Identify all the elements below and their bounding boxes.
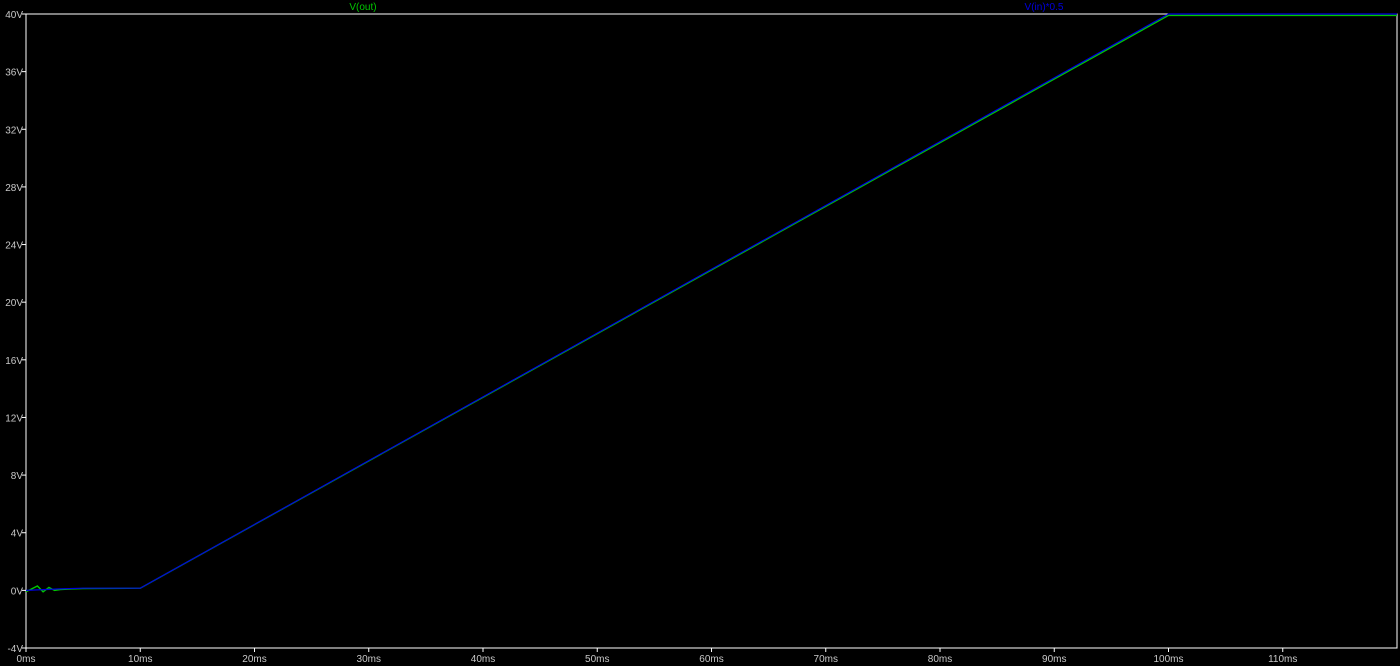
trace-v-in-scaled bbox=[25, 13, 1397, 591]
y-tick-label: 4V bbox=[11, 529, 24, 540]
y-tick-label: 16V bbox=[5, 356, 23, 367]
x-tick-label: 40ms bbox=[471, 654, 495, 665]
x-tick-label: 110ms bbox=[1268, 654, 1297, 665]
trace-label-v-out[interactable]: V(out) bbox=[349, 2, 376, 13]
trace-label-v-in-scaled[interactable]: V(in)*0.5 bbox=[1025, 2, 1064, 13]
y-tick-label: 12V bbox=[5, 413, 23, 424]
y-tick-label: 32V bbox=[5, 125, 23, 136]
trace-v-out bbox=[25, 14, 1397, 593]
x-tick-label: 80ms bbox=[928, 654, 952, 665]
trace-labels: V(out) V(in)*0.5 bbox=[349, 2, 1064, 13]
y-tick-label: 40V bbox=[5, 10, 23, 21]
x-tick-label: 60ms bbox=[699, 654, 723, 665]
y-tick-label: 24V bbox=[5, 241, 23, 252]
x-tick-label: 0ms bbox=[17, 654, 36, 665]
y-tick-label: 28V bbox=[5, 183, 23, 194]
x-tick-label: 20ms bbox=[242, 654, 266, 665]
y-tick-label: 36V bbox=[5, 68, 23, 79]
x-tick-label: 90ms bbox=[1042, 654, 1066, 665]
x-tick-label: 30ms bbox=[357, 654, 381, 665]
y-tick-label: 20V bbox=[5, 298, 23, 309]
traces bbox=[25, 13, 1397, 593]
x-tick-label: 50ms bbox=[585, 654, 609, 665]
waveform-plot: 40V36V32V28V24V20V16V12V8V4V0V-4V 0ms 10m… bbox=[5, 2, 1398, 665]
x-tick-label: 10ms bbox=[128, 654, 152, 665]
x-tick-label: 100ms bbox=[1153, 654, 1183, 665]
plot-frame bbox=[25, 13, 1398, 649]
x-axis: 0ms 10ms 20ms 30ms 40ms 50ms 60ms 70ms 80ms 90ms 1… bbox=[17, 648, 1297, 665]
y-tick-label: 8V bbox=[11, 471, 24, 482]
y-axis: 40V36V32V28V24V20V16V12V8V4V0V-4V bbox=[5, 10, 26, 655]
y-tick-label: 0V bbox=[11, 586, 24, 597]
x-tick-label: 70ms bbox=[814, 654, 838, 665]
plot-frame-group bbox=[25, 13, 1398, 649]
